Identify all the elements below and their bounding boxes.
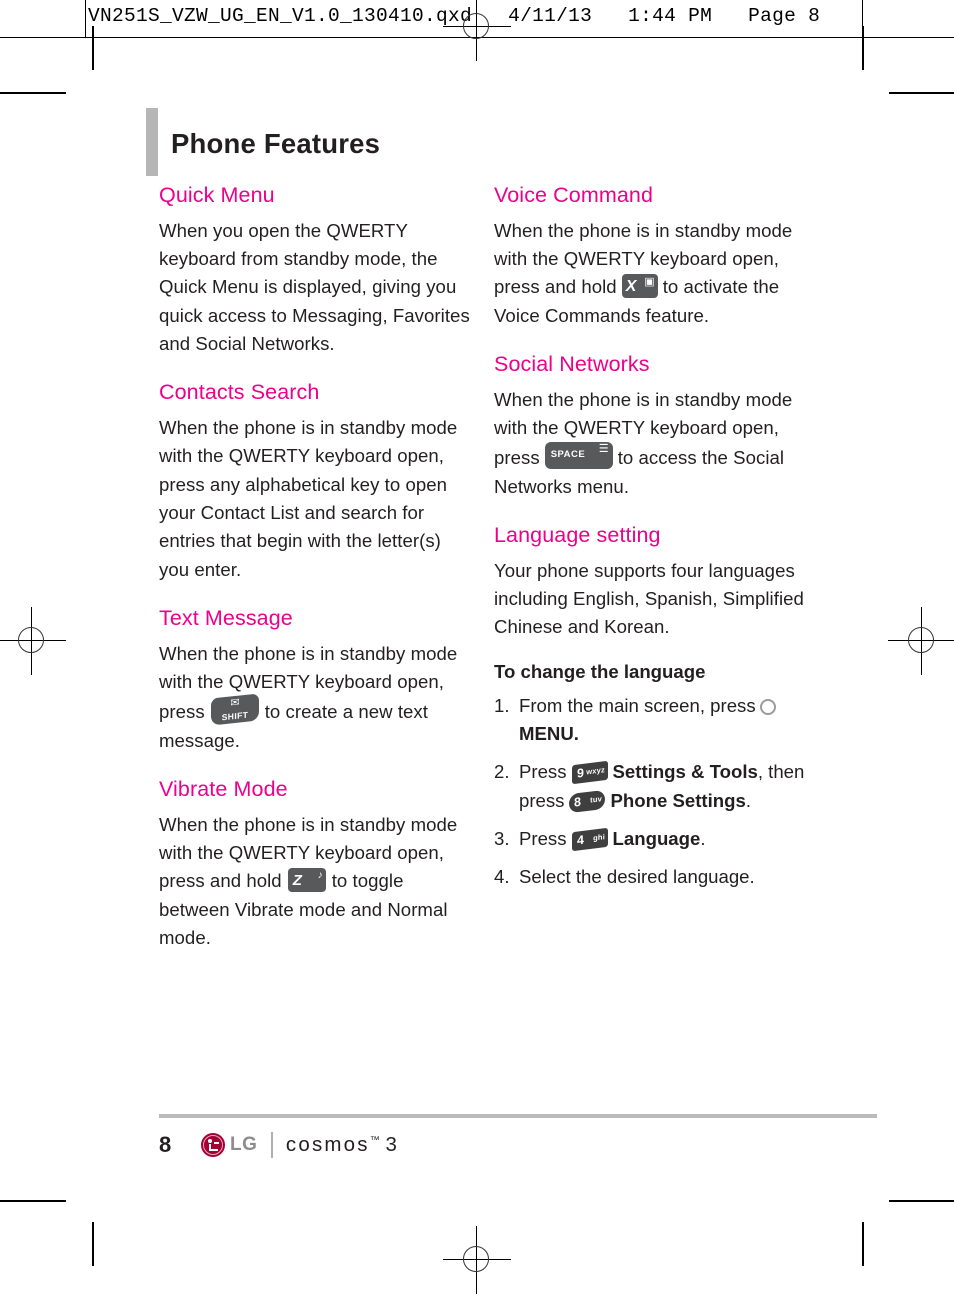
- cosmos-version-number: 3: [385, 1133, 397, 1156]
- space-key-symbol: ☰: [598, 443, 609, 456]
- section-body-social-networks: When the phone is in standby mode with t…: [494, 386, 808, 501]
- step-2-bold-settings-tools: Settings & Tools: [612, 761, 758, 783]
- key-8-digit: 8: [574, 794, 582, 810]
- section-quick-menu: Quick Menu When you open the QWERTY keyb…: [159, 183, 473, 358]
- lg-g-stroke: [214, 1142, 219, 1144]
- subheading-change-language: To change the language: [494, 660, 706, 682]
- lg-logo: LG: [201, 1133, 257, 1157]
- step-number: 2.: [494, 761, 510, 783]
- section-heading-vibrate-mode: Vibrate Mode: [159, 776, 288, 801]
- shift-key-symbol: ✉: [230, 696, 240, 710]
- section-heading-social-networks: Social Networks: [494, 351, 650, 376]
- key-9-letters: wxyz: [585, 765, 605, 777]
- section-body-text-message: When the phone is in standby mode with t…: [159, 640, 473, 755]
- page-title-group: Phone Features: [146, 108, 380, 176]
- x-voice-key-icon: X ▣: [621, 274, 658, 299]
- key-4-ghi-icon: 4 ghi: [571, 827, 608, 852]
- cosmos-trademark: ™: [369, 1135, 380, 1147]
- list-item: 4. Select the desired language.: [494, 863, 808, 891]
- menu-ok-button-icon: [759, 698, 776, 715]
- section-heading-quick-menu: Quick Menu: [159, 183, 275, 207]
- footer-vertical-divider: [271, 1132, 273, 1158]
- lg-wordmark: LG: [230, 1134, 258, 1155]
- step-1-text: From the main screen, press: [519, 694, 756, 716]
- z-vibrate-key-icon: Z ♪: [287, 868, 326, 893]
- footer-content: 8 LG cosmos™ 3: [159, 1132, 877, 1158]
- key-9-wxyz-icon: 9 wxyz: [571, 761, 608, 785]
- footer-page-number: 8: [159, 1132, 172, 1157]
- right-column: Voice Command When the phone is in stand…: [494, 183, 808, 913]
- section-heading-language-setting: Language setting: [494, 522, 661, 547]
- x-key-symbol: ▣: [644, 276, 655, 289]
- section-heading-text-message: Text Message: [159, 605, 293, 630]
- shift-key-label: SHIFT: [221, 709, 248, 723]
- manual-page: Phone Features Quick Menu When you open …: [0, 0, 954, 1292]
- x-key-letter: X: [625, 278, 637, 296]
- step-1-bold: MENU.: [519, 722, 579, 744]
- section-vibrate-mode: Vibrate Mode When the phone is in standb…: [159, 777, 473, 952]
- section-body-language-setting: Your phone supports four languages inclu…: [494, 559, 804, 638]
- section-contacts-search: Contacts Search When the phone is in sta…: [159, 380, 473, 584]
- list-item: 1. From the main screen, press MENU.: [494, 692, 808, 749]
- shift-key-icon: ✉ SHIFT: [210, 693, 259, 726]
- step-2-text-end: .: [745, 789, 751, 811]
- page-title: Phone Features: [171, 128, 381, 159]
- cosmos-product-wordmark: cosmos™ 3: [286, 1133, 397, 1157]
- section-heading-voice-command: Voice Command: [494, 183, 654, 207]
- section-text-message: Text Message When the phone is in standb…: [159, 606, 473, 755]
- key-8-tuv-icon: 8 tuv: [569, 789, 606, 813]
- section-voice-command: Voice Command When the phone is in stand…: [494, 183, 808, 330]
- step-2-text-before: Press: [519, 761, 567, 783]
- section-social-networks: Social Networks When the phone is in sta…: [494, 352, 808, 501]
- step-number: 3.: [494, 827, 510, 849]
- section-body-vibrate-mode: When the phone is in standby mode with t…: [159, 811, 473, 952]
- page-footer: 8 LG cosmos™ 3: [159, 1114, 877, 1158]
- list-item: 3. Press 4 ghi Language.: [494, 825, 808, 853]
- z-key-symbol: ♪: [317, 870, 323, 882]
- section-body-voice-command: When the phone is in standby mode with t…: [494, 217, 808, 330]
- footer-divider-rule: [159, 1114, 877, 1118]
- key-8-letters: tuv: [590, 793, 603, 805]
- step-3-text-end: .: [700, 827, 706, 849]
- lg-inner-ring: [203, 1135, 223, 1155]
- step-number: 4.: [494, 866, 510, 888]
- step-2-bold-phone-settings: Phone Settings: [610, 789, 746, 811]
- lg-eye: [208, 1139, 212, 1143]
- key-4-digit: 4: [576, 832, 584, 848]
- key-9-digit: 9: [576, 765, 584, 781]
- space-key-icon: SPACE ☰: [544, 442, 613, 470]
- lg-mouth: [209, 1149, 218, 1151]
- space-key-label: SPACE: [550, 449, 586, 461]
- left-column: Quick Menu When you open the QWERTY keyb…: [159, 183, 473, 974]
- step-4-text: Select the desired language.: [519, 866, 755, 888]
- list-item: 2. Press 9 wxyz Settings & Tools, then press…: [494, 758, 808, 815]
- section-body-contacts-search: When the phone is in standby mode with t…: [159, 417, 458, 580]
- step-number: 1.: [494, 694, 510, 716]
- lg-circle-mark-icon: [201, 1133, 225, 1157]
- language-steps-list: 1. From the main screen, press MENU. 2. Pre…: [494, 692, 808, 892]
- section-heading-contacts-search: Contacts Search: [159, 380, 320, 405]
- step-3-bold-language: Language: [612, 827, 701, 849]
- z-key-letter: Z: [292, 872, 302, 890]
- cosmos-name: cosmos: [285, 1133, 370, 1156]
- section-body-quick-menu: When you open the QWERTY keyboard from s…: [159, 219, 470, 354]
- title-accent-bar: [146, 108, 158, 176]
- section-language-setting: Language setting Your phone supports fou…: [494, 523, 808, 891]
- key-4-letters: ghi: [592, 832, 605, 843]
- step-3-text-before: Press: [519, 827, 567, 849]
